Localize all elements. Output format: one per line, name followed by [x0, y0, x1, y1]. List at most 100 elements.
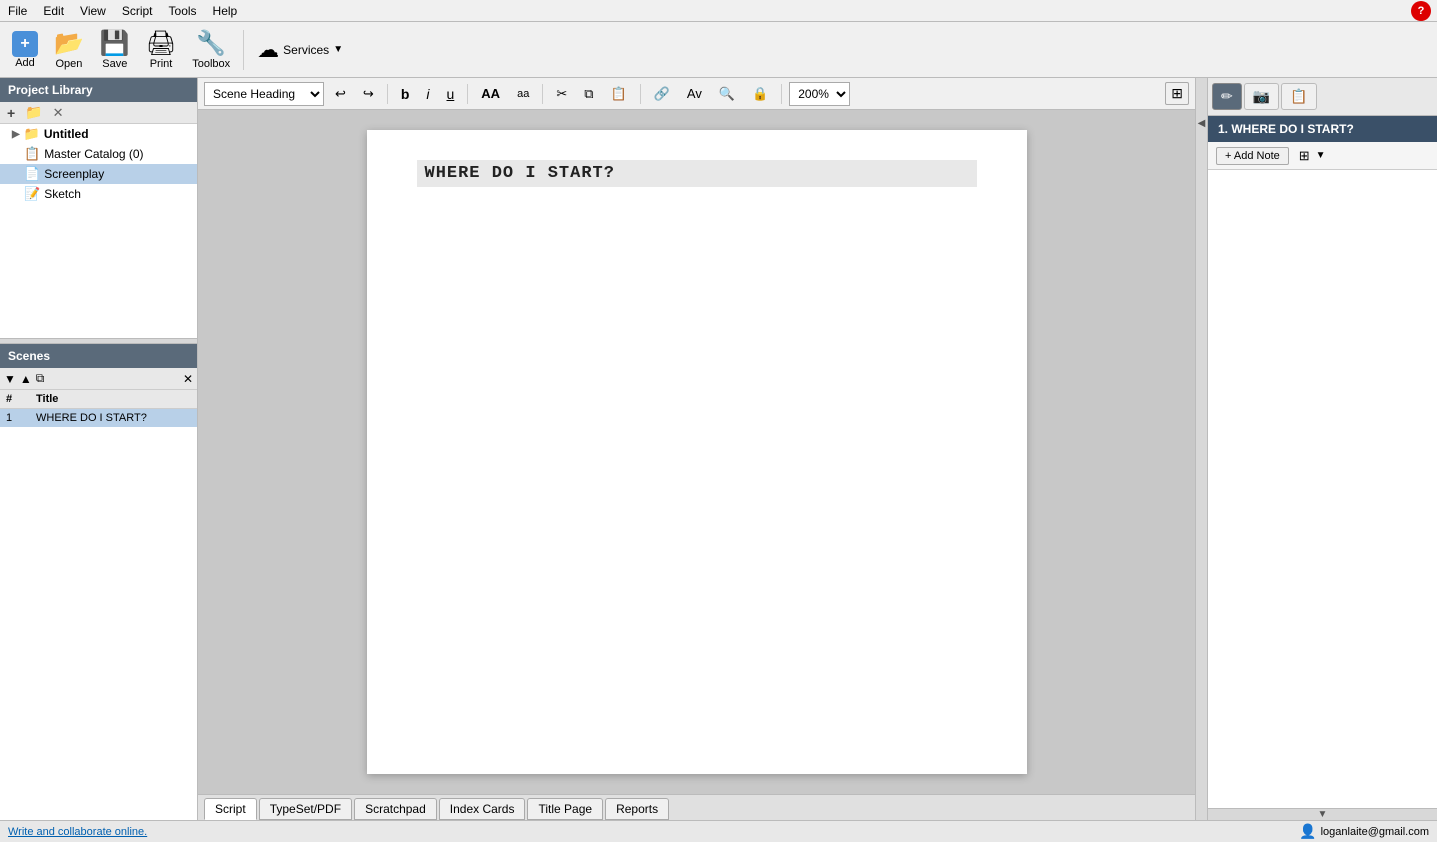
- lock-button[interactable]: 🔒: [746, 84, 774, 104]
- scenes-header: Scenes: [0, 344, 197, 368]
- tab-script[interactable]: Script: [204, 798, 257, 820]
- project-tree: ▶ 📁 Untitled 📋 Master Catalog (0) 📄 Scre…: [0, 124, 197, 338]
- user-info: 👤 loganlaite@gmail.com: [1299, 823, 1429, 840]
- editor-scroll[interactable]: WHERE DO I START?: [198, 110, 1195, 794]
- clipboard-icon: 📋: [1290, 88, 1307, 104]
- menu-script[interactable]: Script: [114, 2, 161, 20]
- new-item-button[interactable]: +: [4, 105, 18, 121]
- services-icon: ☁: [257, 37, 279, 63]
- add-button[interactable]: + Add: [6, 29, 44, 71]
- scene-info-header: 1. WHERE DO I START?: [1208, 116, 1437, 142]
- link-button[interactable]: 🔗: [648, 84, 676, 104]
- cut-button[interactable]: ✂: [550, 84, 573, 104]
- note-grid-icon[interactable]: ⊞: [1299, 148, 1310, 164]
- print-button[interactable]: 🖨 Print: [140, 27, 182, 72]
- collapse-right-button[interactable]: ◀: [1198, 118, 1206, 129]
- scenes-close-icon[interactable]: ✕: [183, 372, 193, 386]
- scenes-down-icon[interactable]: ▼: [4, 372, 16, 386]
- editor-area: Scene Heading Action Character Dialogue …: [198, 78, 1195, 820]
- save-icon: 💾: [100, 29, 130, 58]
- scene-heading-line[interactable]: WHERE DO I START?: [417, 160, 977, 187]
- format-dropdown[interactable]: Scene Heading Action Character Dialogue …: [204, 82, 324, 106]
- font-small-button[interactable]: aa: [511, 86, 535, 102]
- services-button[interactable]: ☁ Services ▼: [251, 35, 349, 65]
- sketch-icon: 📝: [24, 186, 40, 202]
- right-panel-strip: ◀: [1195, 78, 1207, 820]
- menu-tools[interactable]: Tools: [161, 2, 205, 20]
- tree-item-screenplay[interactable]: 📄 Screenplay: [0, 164, 197, 184]
- redo-button[interactable]: ↪: [357, 84, 380, 104]
- tree-item-untitled[interactable]: ▶ 📁 Untitled: [0, 124, 197, 144]
- pencil-icon: ✏: [1221, 88, 1233, 104]
- scenes-toolbar: ▼ ▲ ⧉ ✕: [0, 368, 197, 390]
- bold-button[interactable]: b: [395, 84, 416, 104]
- right-panel: ✏ 📷 📋 1. WHERE DO I START? + Add Note ⊞ …: [1207, 78, 1437, 820]
- paste-button[interactable]: 📋: [605, 84, 633, 104]
- copy-button[interactable]: ⧉: [578, 84, 599, 104]
- underline-button[interactable]: u: [441, 84, 461, 104]
- collapse-bottom-icon[interactable]: ▼: [1318, 809, 1328, 820]
- zoom-select[interactable]: 50% 100% 150% 200% 300%: [789, 82, 850, 106]
- scenes-table: # Title 1 WHERE DO I START?: [0, 390, 197, 820]
- tab-reports[interactable]: Reports: [605, 798, 669, 820]
- tab-typeset[interactable]: TypeSet/PDF: [259, 798, 352, 820]
- open-icon: 📂: [54, 29, 84, 58]
- font-large-button[interactable]: AA: [475, 84, 506, 103]
- italic-button[interactable]: i: [420, 84, 435, 104]
- editor-page: WHERE DO I START?: [367, 130, 1027, 774]
- project-library-toolbar: + 📁 ✕: [0, 102, 197, 124]
- menu-edit[interactable]: Edit: [35, 2, 72, 20]
- user-icon: 👤: [1299, 823, 1316, 840]
- project-library-panel: Project Library + 📁 ✕ ▶ 📁 Untitled 📋 Mas…: [0, 78, 197, 338]
- tab-camera[interactable]: 📷: [1244, 83, 1279, 110]
- collapse-panel-button[interactable]: ⊞: [1165, 82, 1189, 105]
- undo-button[interactable]: ↩: [329, 84, 352, 104]
- tab-scratchpad[interactable]: Scratchpad: [354, 798, 437, 820]
- toolbox-button[interactable]: 🔧 Toolbox: [186, 27, 236, 72]
- note-dropdown-icon[interactable]: ▼: [1316, 150, 1326, 161]
- scene-row-1[interactable]: 1 WHERE DO I START?: [0, 409, 197, 428]
- col-title: Title: [30, 390, 197, 409]
- menu-help[interactable]: Help: [205, 2, 246, 20]
- new-folder-button[interactable]: 📁: [22, 104, 45, 121]
- right-content: [1208, 170, 1437, 808]
- tab-index-cards[interactable]: Index Cards: [439, 798, 526, 820]
- menu-view[interactable]: View: [72, 2, 114, 20]
- font-size-button[interactable]: Av: [681, 84, 708, 103]
- tab-title-page[interactable]: Title Page: [527, 798, 603, 820]
- catalog-icon: 📋: [24, 146, 40, 162]
- right-panel-tabs: ✏ 📷 📋: [1208, 78, 1437, 116]
- add-note-area: + Add Note ⊞ ▼: [1208, 142, 1437, 170]
- camera-icon: 📷: [1253, 88, 1270, 104]
- tree-item-sketch[interactable]: 📝 Sketch: [0, 184, 197, 204]
- add-note-button[interactable]: + Add Note: [1216, 147, 1289, 165]
- scenes-panel: Scenes ▼ ▲ ⧉ ✕ # Title: [0, 344, 197, 820]
- user-email: loganlaite@gmail.com: [1321, 826, 1429, 838]
- left-sidebar: Project Library + 📁 ✕ ▶ 📁 Untitled 📋 Mas…: [0, 78, 198, 820]
- menu-bar: File Edit View Script Tools Help ?: [0, 0, 1437, 22]
- screenplay-icon: 📄: [24, 166, 40, 182]
- editor-toolbar: Scene Heading Action Character Dialogue …: [198, 78, 1195, 110]
- scenes-copy-icon[interactable]: ⧉: [36, 371, 45, 386]
- right-bottom-strip: ▼: [1208, 808, 1437, 820]
- close-project-button[interactable]: ✕: [50, 105, 67, 121]
- tab-clipboard[interactable]: 📋: [1281, 83, 1316, 110]
- save-button[interactable]: 💾 Save: [94, 27, 136, 72]
- tree-expand-icon: ▶: [12, 129, 20, 140]
- main-toolbar: + Add 📂 Open 💾 Save 🖨 Print 🔧 Toolbox ☁ …: [0, 22, 1437, 78]
- scenes-up-icon[interactable]: ▲: [20, 372, 32, 386]
- project-library-header: Project Library: [0, 78, 197, 102]
- print-icon: 🖨: [146, 29, 176, 58]
- editor-tabs: Script TypeSet/PDF Scratchpad Index Card…: [198, 794, 1195, 820]
- add-icon: +: [12, 31, 38, 57]
- menu-file[interactable]: File: [0, 2, 35, 20]
- open-button[interactable]: 📂 Open: [48, 27, 90, 72]
- tree-item-master-catalog[interactable]: 📋 Master Catalog (0): [0, 144, 197, 164]
- status-bar: Write and collaborate online. 👤 loganlai…: [0, 820, 1437, 842]
- help-icon[interactable]: ?: [1411, 1, 1431, 21]
- tab-pencil[interactable]: ✏: [1212, 83, 1242, 110]
- col-num: #: [0, 390, 30, 409]
- search-button[interactable]: 🔍: [713, 84, 741, 104]
- write-collaborate-link[interactable]: Write and collaborate online.: [8, 826, 147, 838]
- folder-icon: 📁: [24, 126, 40, 142]
